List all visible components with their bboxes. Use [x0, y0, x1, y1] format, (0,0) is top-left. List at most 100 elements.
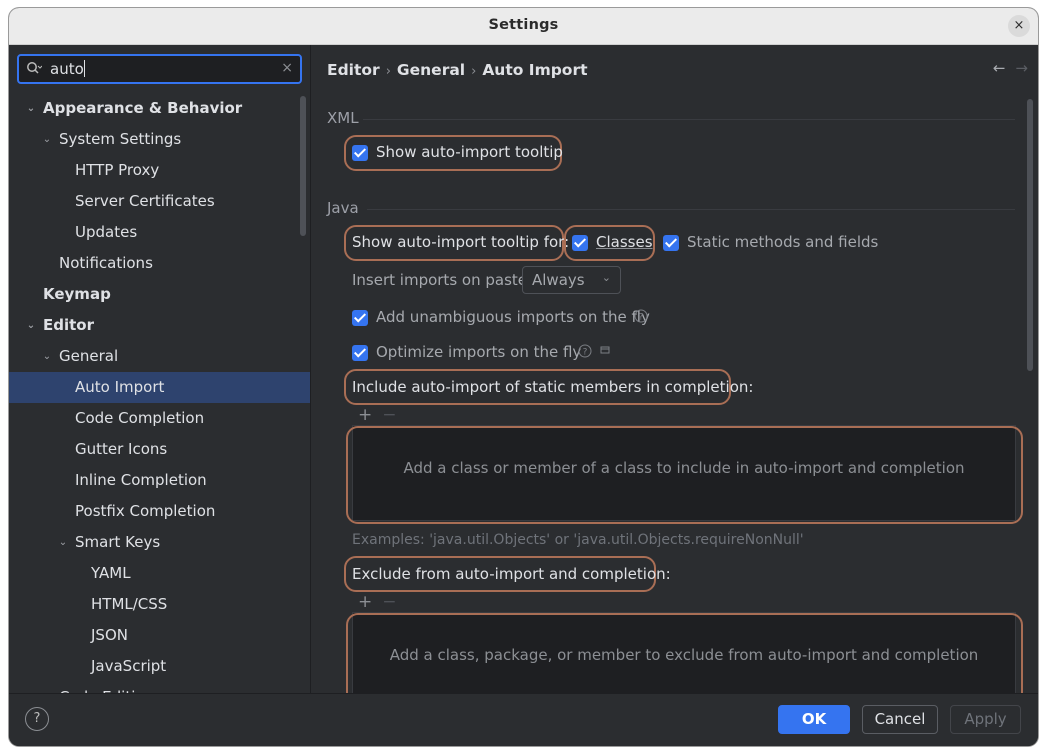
tree-item[interactable]: HTTP Proxy	[9, 155, 310, 186]
settings-window: Settings × auto × ⌄ Appearance & Behavior…	[9, 8, 1038, 746]
tree-item[interactable]: Auto Import	[9, 372, 310, 403]
tree-item[interactable]: Server Certificates	[9, 186, 310, 217]
help-hint-icon[interactable]: ?	[634, 309, 648, 326]
tree-item-label: Code Completion	[75, 409, 205, 427]
remove-icon[interactable]: −	[382, 405, 396, 425]
svg-text:?: ?	[583, 348, 588, 358]
tree-item[interactable]: JavaScript	[9, 651, 310, 682]
classes-checkbox[interactable]	[572, 235, 588, 251]
static-methods-label[interactable]: Static methods and fields	[687, 233, 878, 251]
xml-show-tooltip-checkbox[interactable]	[352, 145, 368, 161]
search-field[interactable]: auto ×	[17, 54, 302, 84]
include-static-members-label: Include auto-import of static members in…	[352, 378, 754, 396]
tree-item[interactable]: Notifications	[9, 248, 310, 279]
section-title-xml: XML	[327, 109, 359, 127]
tree-item[interactable]: JSON	[9, 620, 310, 651]
cancel-button[interactable]: Cancel	[862, 705, 938, 734]
breadcrumb-auto-import: Auto Import	[482, 61, 588, 79]
section-divider	[363, 119, 1015, 120]
remove-icon[interactable]: −	[382, 592, 396, 612]
content-scrollbar[interactable]	[1027, 99, 1033, 371]
help-hint-icon[interactable]: ?	[578, 344, 592, 361]
tree-item[interactable]: ⌄ General	[9, 341, 310, 372]
tree-item-label: Postfix Completion	[75, 502, 216, 520]
search-input[interactable]: auto	[50, 60, 85, 78]
close-icon[interactable]: ×	[1008, 15, 1030, 37]
clear-search-icon[interactable]: ×	[281, 60, 293, 76]
tree-item[interactable]: ⌄ System Settings	[9, 124, 310, 155]
tree-item[interactable]: HTML/CSS	[9, 589, 310, 620]
tree-item[interactable]: Code Completion	[9, 403, 310, 434]
exclude-list-toolbar: + −	[358, 592, 397, 612]
tree-item-label: Updates	[75, 223, 138, 241]
unambiguous-imports-label[interactable]: Add unambiguous imports on the fly	[376, 308, 650, 326]
tree-item[interactable]: ⌄ Appearance & Behavior	[9, 93, 310, 124]
dialog-footer: ? OK Cancel Apply	[9, 693, 1038, 746]
tree-item[interactable]: YAML	[9, 558, 310, 589]
include-list-toolbar: + −	[358, 405, 397, 425]
tree-item[interactable]: Inline Completion	[9, 465, 310, 496]
tree-item-label: HTML/CSS	[91, 595, 168, 613]
tree-item[interactable]: Updates	[9, 217, 310, 248]
examples-hint: Examples: 'java.util.Objects' or 'java.u…	[352, 532, 804, 548]
tree-item[interactable]: Code Editing	[9, 682, 310, 693]
tree-item-label: Keymap	[43, 285, 111, 303]
help-icon[interactable]: ?	[25, 707, 49, 731]
tree-item-label: Notifications	[59, 254, 153, 272]
tree-scrollbar[interactable]	[300, 96, 306, 236]
exclude-label: Exclude from auto-import and completion:	[352, 565, 671, 583]
chevron-down-icon: ⌄	[601, 271, 611, 284]
tree-item[interactable]: Keymap	[9, 279, 310, 310]
breadcrumb-general[interactable]: General	[397, 61, 465, 79]
tree-item-label: Appearance & Behavior	[43, 99, 243, 117]
add-icon[interactable]: +	[358, 405, 372, 425]
insert-on-paste-value: Always	[532, 271, 585, 289]
chevron-down-icon[interactable]: ⌄	[56, 527, 70, 558]
apply-button[interactable]: Apply	[950, 705, 1021, 734]
add-icon[interactable]: +	[358, 592, 372, 612]
forward-arrow-icon[interactable]: →	[1015, 59, 1028, 77]
highlight-outline	[346, 426, 1023, 524]
breadcrumb-separator: ›	[471, 64, 477, 79]
context-help-icon[interactable]	[599, 344, 611, 359]
tree-item-label: Inline Completion	[75, 471, 207, 489]
search-icon	[26, 61, 43, 79]
breadcrumb: Editor › General › Auto Import	[327, 61, 588, 79]
breadcrumb-editor[interactable]: Editor	[327, 61, 380, 79]
tree-item-label: Server Certificates	[75, 192, 215, 210]
tree-item-label: HTTP Proxy	[75, 161, 160, 179]
tree-item[interactable]: Gutter Icons	[9, 434, 310, 465]
classes-label[interactable]: Classes	[596, 233, 653, 251]
optimize-imports-checkbox[interactable]	[352, 345, 368, 361]
chevron-down-icon[interactable]: ⌄	[40, 124, 54, 155]
tree-item-label: System Settings	[59, 130, 182, 148]
auto-import-settings: XML Show auto-import tooltip Java Show a…	[311, 95, 1038, 693]
breadcrumb-separator: ›	[385, 64, 391, 79]
tree-item-label: YAML	[91, 564, 131, 582]
tree-item[interactable]: Postfix Completion	[9, 496, 310, 527]
tree-item-label: Auto Import	[75, 378, 165, 396]
ok-button[interactable]: OK	[778, 705, 850, 734]
optimize-imports-label[interactable]: Optimize imports on the fly	[376, 343, 581, 361]
unambiguous-imports-checkbox[interactable]	[352, 310, 368, 326]
text-caret	[83, 60, 85, 77]
navigation-arrows: ← →	[983, 59, 1028, 77]
chevron-down-icon[interactable]: ⌄	[24, 93, 38, 124]
window-title: Settings	[488, 17, 559, 33]
section-title-java: Java	[327, 199, 359, 217]
xml-show-tooltip-label[interactable]: Show auto-import tooltip	[376, 143, 563, 161]
tree-item-label: Gutter Icons	[75, 440, 168, 458]
highlight-outline	[346, 613, 1023, 693]
back-arrow-icon[interactable]: ←	[993, 59, 1006, 77]
chevron-down-icon[interactable]: ⌄	[40, 341, 54, 372]
tooltip-for-label: Show auto-import tooltip for:	[352, 233, 570, 251]
settings-tree: ⌄ Appearance & Behavior ⌄ System Settings HT…	[9, 93, 310, 693]
svg-text:?: ?	[639, 313, 644, 323]
tree-item-label: Editor	[43, 316, 94, 334]
insert-on-paste-select[interactable]: Always ⌄	[522, 266, 621, 294]
chevron-down-icon[interactable]: ⌄	[24, 310, 38, 341]
tree-item[interactable]: ⌄ Editor	[9, 310, 310, 341]
tree-item-label: Code Editing	[59, 682, 154, 693]
static-methods-checkbox[interactable]	[663, 235, 679, 251]
tree-item[interactable]: ⌄ Smart Keys	[9, 527, 310, 558]
